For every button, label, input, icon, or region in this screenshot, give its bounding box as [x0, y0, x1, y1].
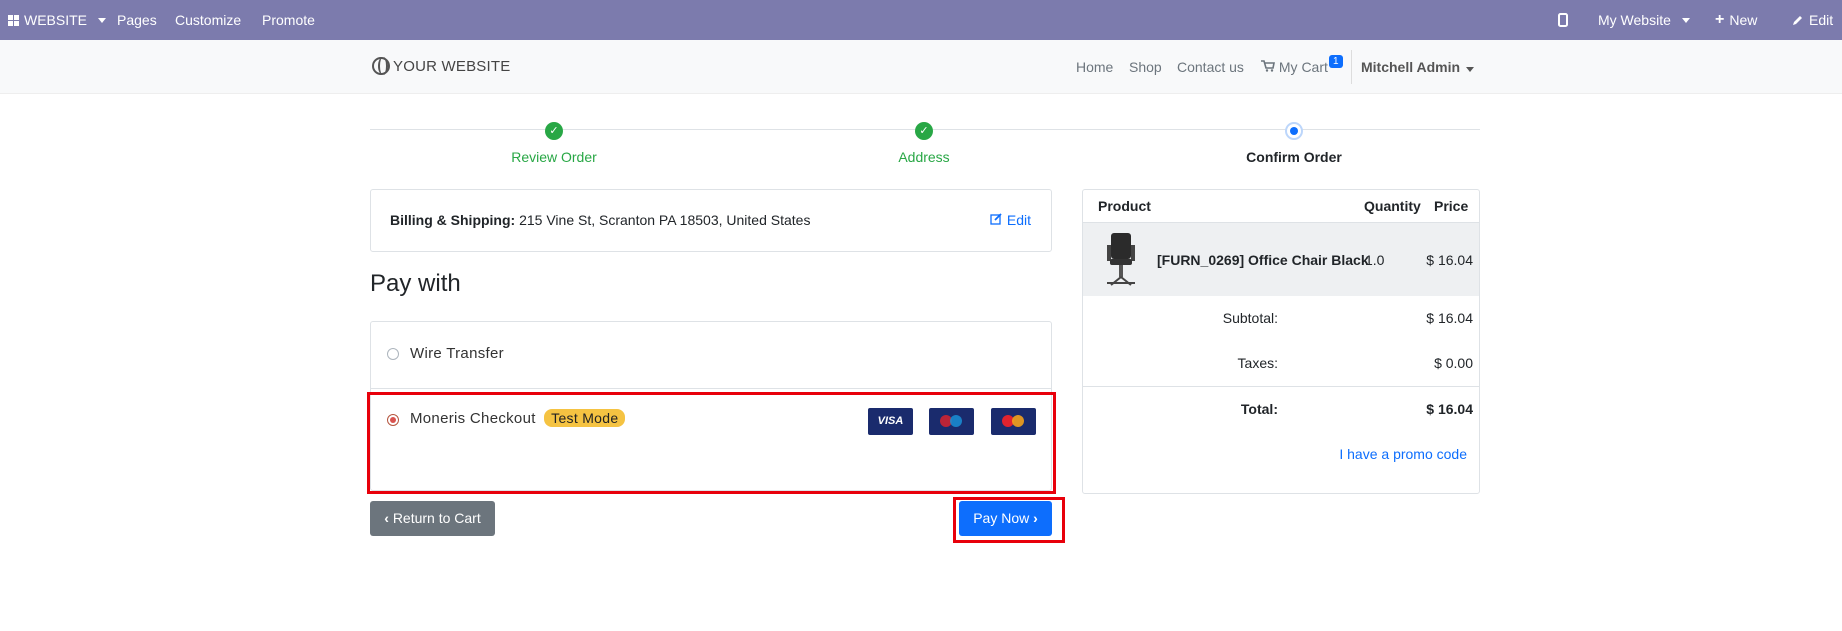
nav-home[interactable]: Home — [1076, 59, 1113, 75]
product-quantity: 1.0 — [1365, 252, 1385, 268]
subtotal-label: Subtotal: — [1222, 310, 1278, 326]
taxes-label: Taxes: — [1237, 355, 1278, 371]
header-product: Product — [1098, 198, 1151, 214]
check-icon: ✓ — [915, 122, 933, 140]
highlight-box-moneris — [367, 392, 1056, 494]
new-button[interactable]: + New — [1715, 0, 1757, 40]
promote-menu[interactable]: Promote — [262, 0, 315, 40]
new-label: New — [1729, 12, 1758, 28]
mobile-icon — [1558, 13, 1568, 27]
pages-menu[interactable]: Pages — [117, 0, 157, 40]
return-to-cart-button[interactable]: ‹ Return to Cart — [370, 501, 495, 536]
header-quantity: Quantity — [1364, 198, 1421, 214]
product-price: $ 16.04 — [1426, 252, 1473, 268]
pay-with-title: Pay with — [370, 270, 461, 297]
billing-address: 215 Vine St, Scranton PA 18503, United S… — [519, 212, 811, 228]
highlight-box-pay-now — [953, 497, 1065, 543]
edit-icon — [990, 213, 1002, 225]
payment-option-wire-transfer[interactable]: Wire Transfer — [371, 322, 1051, 389]
return-label: Return to Cart — [392, 510, 481, 526]
product-name[interactable]: [FURN_0269] Office Chair Black — [1157, 252, 1369, 268]
plus-icon: + — [1715, 11, 1725, 28]
apps-grid-icon — [8, 14, 19, 26]
user-name: Mitchell Admin — [1361, 59, 1461, 75]
logo-text: YOUR WEBSITE — [393, 57, 511, 75]
pages-label: Pages — [117, 12, 157, 28]
website-menu[interactable]: WEBSITE — [8, 0, 107, 40]
edit-button[interactable]: Edit — [1792, 0, 1833, 40]
current-step-icon — [1285, 122, 1303, 140]
subtotal-value: $ 16.04 — [1426, 310, 1473, 326]
promote-label: Promote — [262, 12, 315, 28]
total-value: $ 16.04 — [1426, 401, 1473, 417]
table-row: [FURN_0269] Office Chair Black 1.0 $ 16.… — [1083, 222, 1479, 296]
site-logo[interactable]: YOUR WEBSITE — [372, 57, 510, 75]
nav-contact-us[interactable]: Contact us — [1177, 59, 1244, 75]
billing-text: Billing & Shipping: 215 Vine St, Scranto… — [390, 212, 810, 228]
wire-transfer-label: Wire Transfer — [410, 345, 504, 362]
edit-label: Edit — [1809, 12, 1834, 28]
my-website-label: My Website — [1598, 12, 1671, 28]
step-address[interactable]: Address — [898, 149, 949, 165]
edit-address-link[interactable]: Edit — [990, 212, 1031, 228]
customize-menu[interactable]: Customize — [175, 0, 241, 40]
globe-icon — [372, 57, 390, 75]
nav-shop[interactable]: Shop — [1129, 59, 1162, 75]
caret-down-icon — [1466, 67, 1475, 72]
site-header: YOUR WEBSITE Home Shop Contact us My Car… — [0, 40, 1842, 94]
nav-divider — [1351, 50, 1352, 84]
product-image — [1107, 233, 1135, 286]
promo-code-link[interactable]: I have a promo code — [1339, 446, 1467, 462]
billing-card: Billing & Shipping: 215 Vine St, Scranto… — [370, 189, 1052, 252]
user-menu[interactable]: Mitchell Admin — [1361, 59, 1475, 75]
website-menu-label: WEBSITE — [24, 12, 88, 28]
caret-down-icon — [98, 17, 107, 23]
billing-label: Billing & Shipping: — [390, 212, 516, 228]
step-review-order[interactable]: Review Order — [511, 149, 597, 165]
order-summary: Product Quantity Price [FURN_0269] Offic… — [1082, 189, 1480, 494]
header-price: Price — [1434, 198, 1469, 214]
wire-transfer-radio[interactable] — [387, 348, 399, 360]
chevron-left-icon: ‹ — [384, 510, 389, 526]
cart-count-badge: 1 — [1329, 55, 1343, 68]
caret-down-icon — [1681, 17, 1690, 23]
nav-my-cart[interactable]: My Cart — [1261, 59, 1328, 75]
taxes-value: $ 0.00 — [1434, 355, 1473, 371]
step-confirm-order: Confirm Order — [1246, 149, 1342, 165]
customize-label: Customize — [175, 12, 242, 28]
cart-label: My Cart — [1278, 59, 1328, 75]
edit-label: Edit — [1006, 212, 1031, 228]
mobile-preview-button[interactable] — [1558, 0, 1568, 40]
total-label: Total: — [1240, 401, 1278, 417]
admin-bar: WEBSITE Pages Customize Promote My Websi… — [0, 0, 1842, 40]
cart-icon — [1261, 60, 1275, 72]
my-website-menu[interactable]: My Website — [1598, 0, 1690, 40]
divider — [1083, 386, 1479, 387]
check-icon: ✓ — [545, 122, 563, 140]
pencil-icon — [1793, 16, 1802, 25]
